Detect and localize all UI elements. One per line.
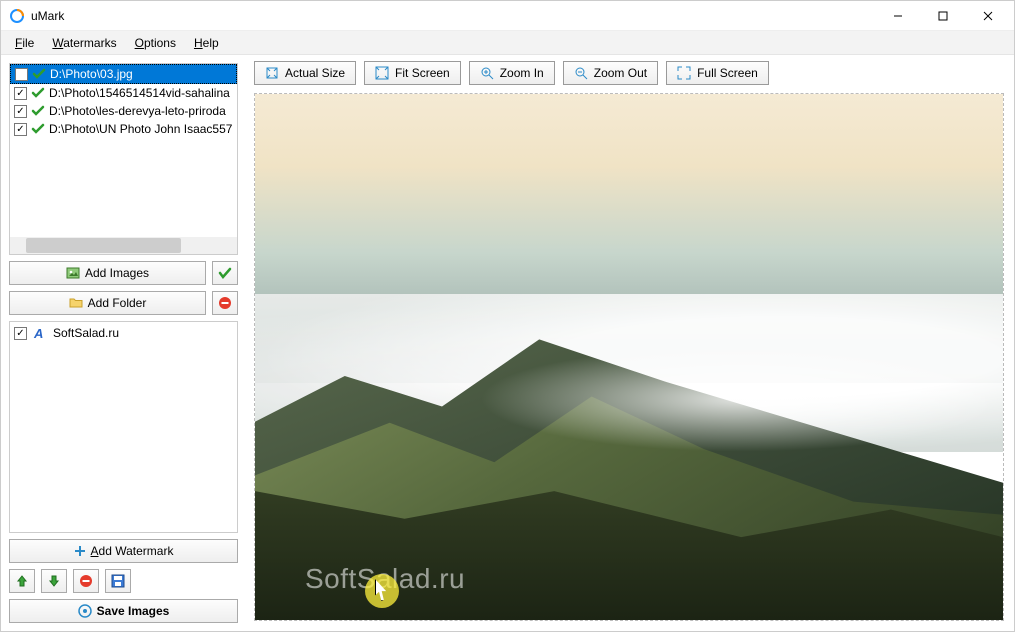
menu-bar: File Watermarks Options Help bbox=[1, 31, 1014, 55]
file-path: D:\Photo\1546514514vid-sahalina bbox=[49, 86, 230, 100]
check-icon bbox=[31, 104, 45, 118]
save-watermark-button[interactable] bbox=[105, 569, 131, 593]
file-checkbox[interactable]: ✓ bbox=[14, 105, 27, 118]
image-plus-icon bbox=[66, 266, 80, 280]
maximize-button[interactable] bbox=[920, 1, 965, 31]
main-area: Actual Size Fit Screen Zoom In Zoom Out … bbox=[246, 55, 1014, 631]
preview-image bbox=[255, 94, 1003, 620]
full-screen-button[interactable]: Full Screen bbox=[666, 61, 769, 85]
plus-icon bbox=[74, 545, 86, 557]
remove-icon bbox=[218, 296, 232, 310]
minimize-button[interactable] bbox=[875, 1, 920, 31]
confirm-add-button[interactable] bbox=[212, 261, 238, 285]
floppy-icon bbox=[111, 574, 125, 588]
image-preview[interactable]: SoftSalad.ru bbox=[254, 93, 1004, 621]
file-list[interactable]: ✓ D:\Photo\03.jpg ✓ D:\Photo\1546514514v… bbox=[9, 63, 238, 255]
sidebar: ✓ D:\Photo\03.jpg ✓ D:\Photo\1546514514v… bbox=[1, 55, 246, 631]
move-up-button[interactable] bbox=[9, 569, 35, 593]
close-button[interactable] bbox=[965, 1, 1010, 31]
add-folder-label: Add Folder bbox=[88, 296, 147, 310]
save-images-button[interactable]: Save Images bbox=[9, 599, 238, 623]
check-icon bbox=[32, 67, 46, 81]
zoom-out-button[interactable]: Zoom Out bbox=[563, 61, 658, 85]
menu-options[interactable]: Options bbox=[127, 34, 184, 52]
text-watermark-icon: A bbox=[33, 326, 47, 340]
watermark-checkbox[interactable]: ✓ bbox=[14, 327, 27, 340]
arrow-up-icon bbox=[15, 574, 29, 588]
preview-toolbar: Actual Size Fit Screen Zoom In Zoom Out … bbox=[246, 55, 1014, 93]
remove-icon bbox=[79, 574, 93, 588]
add-images-button[interactable]: Add Images bbox=[9, 261, 206, 285]
app-icon bbox=[9, 8, 25, 24]
file-path: D:\Photo\UN Photo John Isaac557 bbox=[49, 122, 232, 136]
zoom-in-icon bbox=[480, 66, 494, 80]
menu-watermarks[interactable]: Watermarks bbox=[44, 34, 124, 52]
remove-folder-button[interactable] bbox=[212, 291, 238, 315]
add-images-label: Add Images bbox=[85, 266, 149, 280]
add-folder-button[interactable]: Add Folder bbox=[9, 291, 206, 315]
folder-icon bbox=[69, 296, 83, 310]
zoom-out-icon bbox=[574, 66, 588, 80]
check-icon bbox=[218, 266, 232, 280]
actual-size-button[interactable]: Actual Size bbox=[254, 61, 356, 85]
add-watermark-button[interactable]: Add Watermark bbox=[9, 539, 238, 563]
watermark-row[interactable]: ✓ A SoftSalad.ru bbox=[10, 322, 237, 344]
file-row[interactable]: ✓ D:\Photo\les-derevya-leto-priroda bbox=[10, 102, 237, 120]
actual-size-icon bbox=[265, 66, 279, 80]
title-bar: uMark bbox=[1, 1, 1014, 31]
window-title: uMark bbox=[31, 9, 875, 23]
file-checkbox[interactable]: ✓ bbox=[15, 68, 28, 81]
menu-help[interactable]: Help bbox=[186, 34, 227, 52]
file-row[interactable]: ✓ D:\Photo\03.jpg bbox=[10, 64, 237, 84]
fit-screen-button[interactable]: Fit Screen bbox=[364, 61, 461, 85]
arrow-down-icon bbox=[47, 574, 61, 588]
move-down-button[interactable] bbox=[41, 569, 67, 593]
watermark-list[interactable]: ✓ A SoftSalad.ru bbox=[9, 321, 238, 533]
file-checkbox[interactable]: ✓ bbox=[14, 87, 27, 100]
horizontal-scrollbar[interactable] bbox=[10, 237, 237, 254]
save-images-label: Save Images bbox=[97, 604, 170, 618]
menu-file[interactable]: File bbox=[7, 34, 42, 52]
file-row[interactable]: ✓ D:\Photo\UN Photo John Isaac557 bbox=[10, 120, 237, 138]
delete-watermark-button[interactable] bbox=[73, 569, 99, 593]
watermark-label: SoftSalad.ru bbox=[53, 326, 119, 340]
check-icon bbox=[31, 122, 45, 136]
fit-screen-icon bbox=[375, 66, 389, 80]
zoom-in-button[interactable]: Zoom In bbox=[469, 61, 555, 85]
cursor-highlight bbox=[365, 574, 399, 608]
svg-text:A: A bbox=[33, 326, 43, 340]
full-screen-icon bbox=[677, 66, 691, 80]
file-path: D:\Photo\les-derevya-leto-priroda bbox=[49, 104, 226, 118]
save-images-icon bbox=[78, 604, 92, 618]
file-row[interactable]: ✓ D:\Photo\1546514514vid-sahalina bbox=[10, 84, 237, 102]
check-icon bbox=[31, 86, 45, 100]
file-checkbox[interactable]: ✓ bbox=[14, 123, 27, 136]
file-path: D:\Photo\03.jpg bbox=[50, 67, 133, 81]
